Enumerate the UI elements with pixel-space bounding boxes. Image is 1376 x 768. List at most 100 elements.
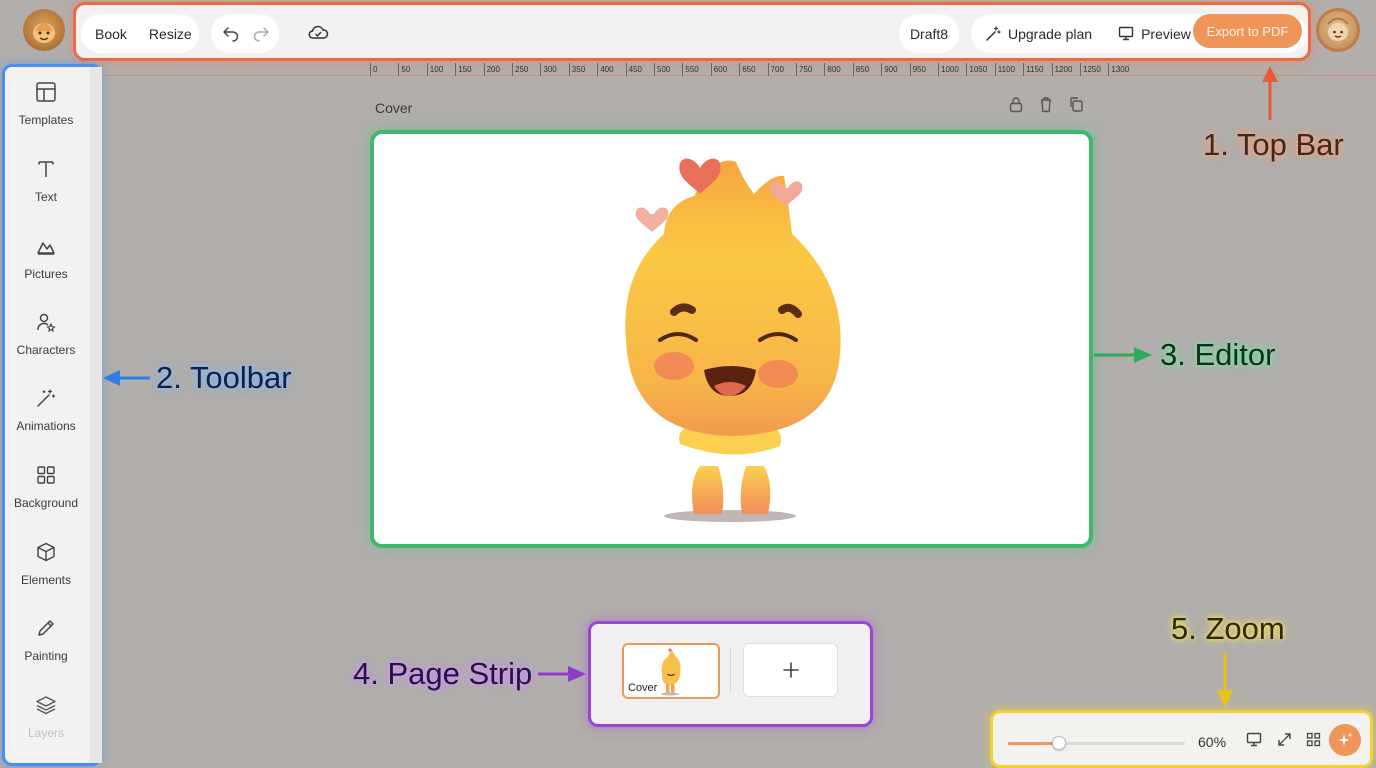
page-actions bbox=[1008, 96, 1084, 113]
draft-name: Draft8 bbox=[909, 25, 949, 42]
page-thumbnail-cover[interactable]: Cover bbox=[622, 643, 720, 699]
ruler-tick: 400 bbox=[597, 63, 614, 76]
sidebar-item-elements[interactable]: Elements bbox=[5, 541, 87, 587]
upgrade-plan-label: Upgrade plan bbox=[1008, 25, 1093, 42]
zoom-level: 60% bbox=[1198, 734, 1227, 750]
preview-button[interactable]: Preview bbox=[1118, 26, 1191, 42]
book-menu-group: Book Resize bbox=[81, 14, 199, 53]
elements-icon bbox=[37, 542, 55, 562]
ruler-tick: 950 bbox=[909, 63, 926, 76]
templates-icon bbox=[36, 82, 56, 102]
sidebar-item-animations[interactable]: Animations bbox=[5, 387, 87, 433]
redo-icon[interactable] bbox=[252, 25, 270, 43]
fire-mascot-illustration[interactable] bbox=[374, 134, 1089, 544]
lock-icon[interactable] bbox=[1008, 96, 1024, 113]
ruler-tick: 650 bbox=[739, 63, 756, 76]
sidebar-item-painting[interactable]: Painting bbox=[5, 617, 87, 663]
ruler-tick: 350 bbox=[568, 63, 585, 76]
add-page-button[interactable] bbox=[743, 643, 838, 697]
callout-toolbar: 2. Toolbar bbox=[156, 360, 292, 395]
preview-label: Preview bbox=[1141, 25, 1191, 42]
ruler-tick: 1100 bbox=[994, 63, 1015, 76]
callout-editor: 3. Editor bbox=[1160, 337, 1276, 372]
page-strip: Cover bbox=[588, 621, 873, 727]
sidebar-item-label: Background bbox=[13, 496, 79, 510]
sidebar-item-label: Templates bbox=[18, 113, 74, 127]
sidebar-item-characters[interactable]: Characters bbox=[5, 311, 87, 357]
sidebar-item-label: Elements bbox=[20, 573, 72, 587]
grid-icon[interactable] bbox=[1306, 732, 1321, 752]
top-bar: Book Resize Draft8 Upgrade plan Preview … bbox=[73, 2, 1311, 61]
sidebar-item-text[interactable]: Text bbox=[5, 158, 87, 204]
sidebar-item-label: Layers bbox=[27, 726, 65, 740]
app-logo[interactable] bbox=[23, 9, 65, 51]
editor-canvas[interactable] bbox=[370, 130, 1093, 548]
ruler-tick: 150 bbox=[455, 63, 472, 76]
horizontal-ruler: 0 50 100 150 200 250 300 350 400 450 500 550 600 650 7… bbox=[370, 63, 1130, 76]
page-title: Cover bbox=[375, 100, 413, 116]
zoom-slider[interactable] bbox=[1008, 736, 1185, 750]
ruler-tick: 850 bbox=[852, 63, 869, 76]
ai-assistant-button[interactable] bbox=[1329, 724, 1361, 756]
ruler-tick: 550 bbox=[682, 63, 699, 76]
duplicate-icon[interactable] bbox=[1068, 96, 1084, 113]
history-group bbox=[211, 14, 279, 53]
sidebar-item-label: Painting bbox=[24, 649, 68, 663]
ruler-tick: 100 bbox=[426, 63, 443, 76]
cloud-save-icon[interactable] bbox=[307, 23, 329, 41]
ruler-tick: 700 bbox=[767, 63, 784, 76]
ruler-tick: 450 bbox=[625, 63, 642, 76]
sidebar-item-pictures[interactable]: Pictures bbox=[5, 235, 87, 281]
undo-icon[interactable] bbox=[222, 25, 240, 43]
strip-divider bbox=[730, 648, 731, 694]
sidebar-item-label: Pictures bbox=[24, 267, 68, 281]
zoom-bar: 60% bbox=[990, 710, 1373, 768]
ruler-tick: 300 bbox=[540, 63, 557, 76]
ruler-tick: 50 bbox=[398, 63, 410, 76]
ruler-tick: 1300 bbox=[1108, 63, 1129, 76]
plus-icon bbox=[782, 662, 799, 678]
ruler-tick: 200 bbox=[483, 63, 500, 76]
background-icon bbox=[37, 466, 55, 484]
callout-top-bar: 1. Top Bar bbox=[1203, 127, 1344, 162]
sidebar-item-label: Text bbox=[34, 190, 57, 204]
book-button[interactable]: Book bbox=[95, 26, 127, 42]
characters-icon bbox=[37, 313, 56, 333]
monitor-icon[interactable] bbox=[1246, 732, 1262, 752]
sparkle-icon bbox=[1338, 732, 1353, 746]
callout-page-strip: 4. Page Strip bbox=[353, 656, 533, 691]
expand-icon[interactable] bbox=[1277, 732, 1292, 752]
animations-icon bbox=[37, 389, 56, 407]
ruler-tick: 1050 bbox=[966, 63, 987, 76]
layers-icon bbox=[36, 696, 56, 715]
sidebar-item-label: Animations bbox=[16, 419, 76, 433]
ruler-tick: 1200 bbox=[1051, 63, 1072, 76]
ruler-tick: 0 bbox=[370, 63, 377, 76]
ruler-tick: 1250 bbox=[1080, 63, 1101, 76]
ruler-tick: 250 bbox=[512, 63, 528, 76]
thumbnail-label: Cover bbox=[628, 682, 658, 694]
delete-icon[interactable] bbox=[1038, 96, 1054, 113]
zoom-slider-thumb[interactable] bbox=[1052, 736, 1067, 750]
monitor-icon bbox=[1118, 26, 1134, 41]
resize-button[interactable]: Resize bbox=[149, 26, 192, 42]
ruler-tick: 1150 bbox=[1023, 63, 1043, 76]
upgrade-plan-button[interactable]: Upgrade plan bbox=[985, 26, 1092, 42]
sidebar-item-background[interactable]: Background bbox=[5, 464, 87, 510]
ruler-tick: 900 bbox=[881, 63, 898, 76]
ruler-tick: 600 bbox=[710, 63, 727, 76]
user-avatar[interactable] bbox=[1316, 8, 1360, 52]
pictures-icon bbox=[37, 242, 55, 255]
text-icon bbox=[38, 161, 54, 177]
sidebar-item-templates[interactable]: Templates bbox=[5, 81, 87, 127]
pencil-icon bbox=[38, 620, 54, 636]
sidebar-item-layers[interactable]: Layers bbox=[5, 694, 87, 740]
sidebar-item-label: Characters bbox=[16, 343, 76, 357]
callout-zoom: 5. Zoom bbox=[1171, 611, 1285, 646]
ruler-tick: 800 bbox=[824, 63, 841, 76]
draft-name-pill[interactable]: Draft8 bbox=[899, 14, 959, 53]
magic-wand-icon bbox=[986, 25, 1001, 41]
side-toolbar: Templates Text Pictures Characters Anima… bbox=[2, 64, 102, 766]
export-to-pdf-button[interactable]: Export to PDF bbox=[1193, 14, 1302, 48]
toolbar-ruler-strip bbox=[90, 67, 102, 763]
